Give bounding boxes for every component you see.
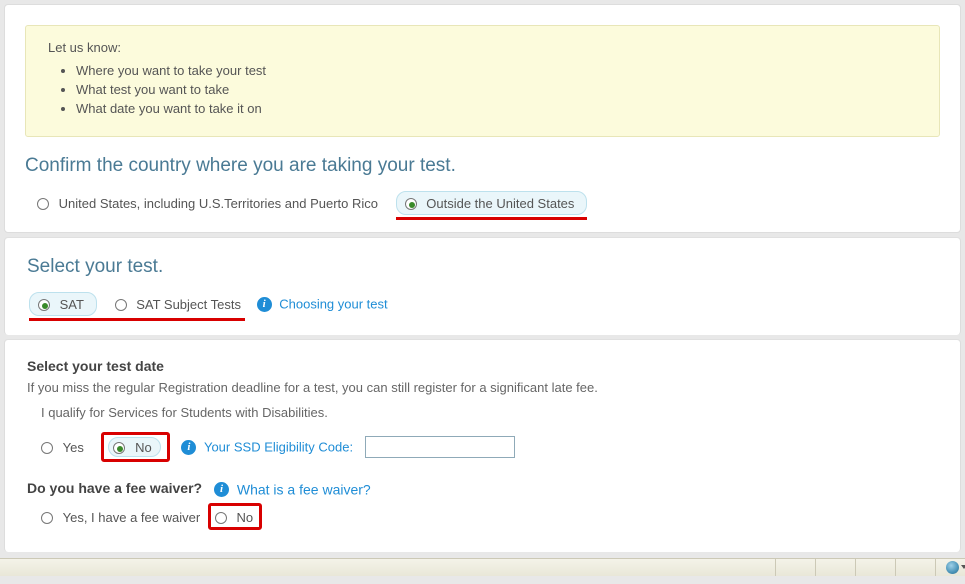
radio-icon [405,198,417,210]
test-option-label: SAT [60,297,84,312]
globe-icon[interactable] [946,561,959,574]
annotation-underline: Outside the United States [396,191,588,220]
info-bullet: Where you want to take your test [76,63,917,78]
country-option-label: United States, including U.S.Territories… [59,196,378,211]
info-icon[interactable]: i [181,440,196,455]
ssd-option-label: No [135,440,152,455]
date-desc: If you miss the regular Registration dea… [27,380,940,395]
fee-option-no[interactable]: No [215,509,253,525]
info-icon[interactable]: i [257,297,272,312]
radio-icon [38,299,50,311]
fee-question: Do you have a fee waiver? i What is a fe… [27,480,940,497]
fee-option-yes[interactable]: Yes, I have a fee waiver [41,509,200,525]
radio-icon [41,512,53,524]
fee-waiver-link[interactable]: What is a fee waiver? [237,481,371,497]
info-list: Where you want to take your test What te… [76,63,917,116]
test-option-label: SAT Subject Tests [136,297,241,312]
ssd-code-input[interactable] [365,436,515,458]
info-bullet: What test you want to take [76,82,917,97]
radio-icon [113,442,125,454]
ssd-option-yes[interactable]: Yes [41,439,84,455]
annotation-box: No [101,432,169,462]
panel-select-test: Select your test. SAT SAT Subject Tests … [4,237,961,335]
info-lead: Let us know: [48,40,917,55]
info-bullet: What date you want to take it on [76,101,917,116]
country-option-outside[interactable]: Outside the United States [396,191,588,215]
radio-icon [37,198,49,210]
ssd-row: Yes No i Your SSD Eligibility Code: [41,432,940,462]
panel-test-date: Select your test date If you miss the re… [4,339,961,552]
panel-intro-country: Let us know: Where you want to take your… [4,4,961,233]
fee-question-text: Do you have a fee waiver? [27,480,202,496]
annotation-underline: SAT SAT Subject Tests [29,292,245,321]
chevron-down-icon[interactable] [961,565,965,569]
date-heading: Select your test date [27,358,940,374]
radio-icon [215,512,227,524]
info-icon[interactable]: i [214,482,229,497]
fee-option-label: Yes, I have a fee waiver [63,510,201,525]
test-heading: Select your test. [27,256,940,278]
test-option-subject[interactable]: SAT Subject Tests [115,296,241,312]
info-box: Let us know: Where you want to take your… [25,25,940,137]
country-option-us[interactable]: United States, including U.S.Territories… [37,195,378,211]
country-radio-row: United States, including U.S.Territories… [37,191,940,218]
fee-row: Yes, I have a fee waiver No [41,503,940,530]
radio-icon [115,299,127,311]
ssd-label: I qualify for Services for Students with… [41,405,940,420]
ssd-option-label: Yes [63,440,84,455]
country-option-label: Outside the United States [426,196,574,211]
ssd-code-label: Your SSD Eligibility Code: [204,440,353,455]
choosing-test-link[interactable]: Choosing your test [279,297,387,312]
fee-option-label: No [236,510,253,525]
ssd-option-no[interactable]: No [108,437,160,457]
test-option-sat[interactable]: SAT [29,292,97,316]
radio-icon [41,442,53,454]
country-heading: Confirm the country where you are taking… [25,155,940,177]
browser-statusbar [0,558,965,576]
annotation-box: No [208,503,262,530]
test-radio-row: SAT SAT Subject Tests i Choosing your te… [29,292,940,319]
